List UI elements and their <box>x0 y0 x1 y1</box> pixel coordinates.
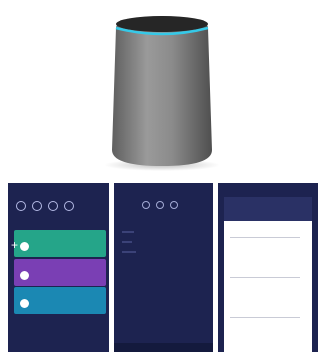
feature-card[interactable] <box>14 259 106 286</box>
speaker-body <box>112 16 212 166</box>
device-icon[interactable] <box>32 201 42 211</box>
plus-icon: + <box>11 238 19 252</box>
panel-header <box>224 197 312 221</box>
divider <box>230 317 300 318</box>
screen-edge <box>312 183 318 352</box>
divider <box>230 237 300 238</box>
nav-icon[interactable] <box>156 201 164 209</box>
app-screen-details <box>218 183 318 352</box>
feature-card[interactable]: + <box>11 230 106 257</box>
top-icon-row <box>16 201 74 211</box>
device-icon[interactable] <box>64 201 74 211</box>
action-icon[interactable] <box>20 242 29 251</box>
app-screenshots: + <box>0 183 323 352</box>
app-screen-menu <box>114 183 213 352</box>
top-icon-row <box>142 201 178 209</box>
speaker-image <box>0 0 323 180</box>
nav-icon[interactable] <box>142 201 150 209</box>
app-screen-home: + <box>8 183 109 352</box>
action-icon[interactable] <box>20 299 29 308</box>
feature-card[interactable] <box>14 287 106 314</box>
device-icon[interactable] <box>48 201 58 211</box>
menu-item[interactable] <box>122 241 132 243</box>
action-icon[interactable] <box>20 271 29 280</box>
bottom-bar <box>114 343 213 352</box>
speaker-top <box>116 16 208 32</box>
divider <box>230 277 300 278</box>
smart-speaker-illustration <box>104 16 220 171</box>
menu-item[interactable] <box>122 231 134 233</box>
nav-icon[interactable] <box>170 201 178 209</box>
menu-item[interactable] <box>122 251 136 253</box>
details-panel <box>224 197 312 352</box>
device-icon[interactable] <box>16 201 26 211</box>
